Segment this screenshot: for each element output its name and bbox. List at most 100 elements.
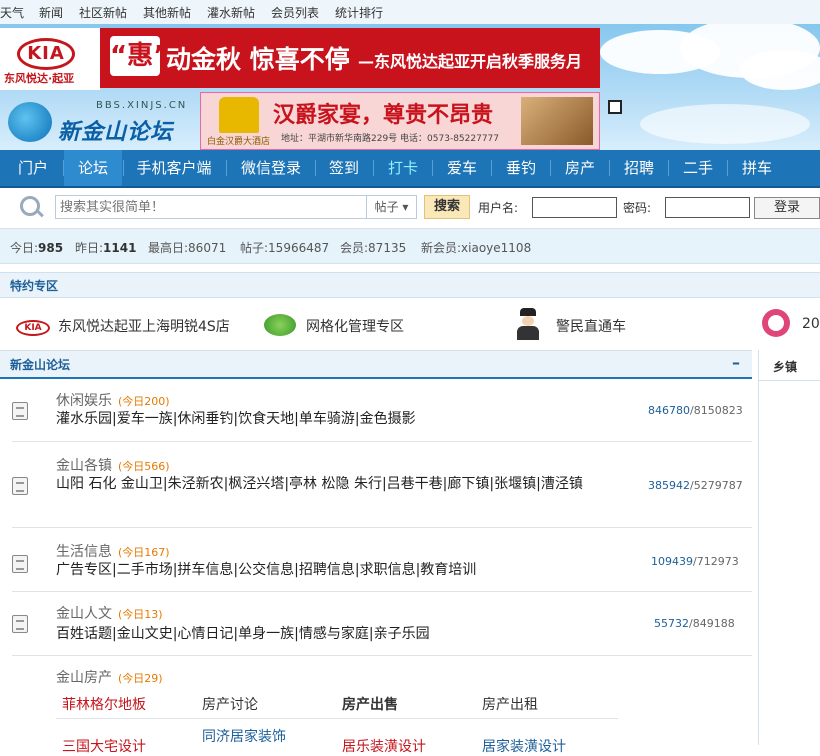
house-sub-sale[interactable]: 房产出售 (342, 694, 398, 714)
stat-max: 最高日:86071 (148, 241, 227, 255)
board-name[interactable]: 生活信息 (56, 544, 112, 560)
username-field[interactable] (532, 197, 617, 218)
board-subforums[interactable]: 山阳 石化 金山卫|朱泾新农|枫泾兴塔|亭林 松隐 朱行|吕巷干巷|廊下镇|张堰… (56, 473, 616, 495)
password-field[interactable] (665, 197, 750, 218)
board-name[interactable]: 金山人文 (56, 606, 112, 622)
board-counts: 846780/8150823 (648, 404, 743, 417)
forum-board-icon (12, 402, 28, 420)
board-today-count: (今日167) (118, 546, 170, 559)
collapse-icon[interactable]: – (732, 353, 740, 372)
search-login-bar: 帖子 ▾ 搜索 用户名: 密码: 登录 (0, 188, 820, 229)
house-sub-decor[interactable]: 同济居家装饰 (202, 726, 286, 746)
ad-close-icon[interactable] (608, 100, 622, 114)
main-nav: 门户 论坛 手机客户端 微信登录 签到 打卡 爱车 垂钓 房产 招聘 二手 拼车 (0, 150, 820, 188)
username-label: 用户名: (478, 201, 519, 215)
house-sub-rent[interactable]: 房产出租 (482, 694, 538, 714)
nav-fishing[interactable]: 垂钓 (497, 150, 545, 186)
board-today-count: (今日566) (118, 460, 170, 473)
board-name[interactable]: 金山房产 (56, 670, 112, 686)
house-sub-design-b[interactable]: 居乐装潢设计 (342, 736, 426, 756)
house-sub-design-a[interactable]: 三国大宅设计 (62, 736, 146, 756)
forum-logo[interactable]: BBS.XINJS.CN 新金山论坛 (6, 96, 200, 148)
board-subforums[interactable]: 广告专区|二手市场|拼车信息|公交信息|招聘信息|求职信息|教育培训 (56, 559, 616, 581)
toplink-water-new[interactable]: 灌水新帖 (207, 4, 255, 21)
toplink-weather[interactable]: 天气 (0, 4, 24, 21)
nav-checkin[interactable]: 签到 (320, 150, 368, 186)
login-button[interactable]: 登录 (754, 197, 820, 219)
board-subforums[interactable]: 百姓话题|金山文史|心情日记|单身一族|情感与家庭|亲子乐园 (56, 623, 616, 645)
toplink-members[interactable]: 会员列表 (271, 4, 319, 21)
board-counts: 385942/5279787 (648, 479, 743, 492)
site-stats: 今日:985 昨日:1141 最高日:86071 帖子:15966487 会员:… (0, 229, 820, 264)
toplink-community-new[interactable]: 社区新帖 (79, 4, 127, 21)
board-name[interactable]: 金山各镇 (56, 458, 112, 474)
hotel-address: 地址：平湖市新华南路229号 电话：0573-85227777 (281, 134, 500, 144)
house-sub-design-c[interactable]: 居家装潢设计 (482, 736, 566, 756)
special-police-link[interactable]: 警民直通车 (556, 316, 626, 336)
banner-sub-text: —东风悦达起亚开启秋季服务月 (358, 52, 583, 71)
special-grid-management[interactable]: 网格化管理专区 (306, 316, 404, 336)
hotel-photo (521, 97, 593, 145)
forum-section-header: 新金山论坛 – (0, 350, 752, 379)
hotel-name: 白金汉爵大酒店 (207, 137, 271, 147)
forum-row-culture: 金山人文 (今日13) 百姓话题|金山文史|心情日记|单身一族|情感与家庭|亲子乐… (0, 597, 752, 657)
search-icon (20, 196, 40, 216)
forum-board-icon (12, 615, 28, 633)
nav-carpool[interactable]: 拼车 (733, 150, 781, 186)
nav-housing[interactable]: 房产 (556, 150, 604, 186)
search-button[interactable]: 搜索 (424, 195, 470, 219)
forum-row-life-info: 生活信息 (今日167) 广告专区|二手市场|拼车信息|公交信息|招聘信息|求职信… (0, 533, 752, 593)
board-today-count: (今日13) (118, 608, 163, 621)
board-today-count: (今日200) (118, 395, 170, 408)
kia-logo-icon: KIA (17, 38, 75, 70)
police-icon (514, 308, 542, 342)
special-zone-header: 特约专区 (0, 272, 820, 298)
board-name[interactable]: 休闲娱乐 (56, 393, 112, 409)
forum-url: BBS.XINJS.CN (96, 100, 188, 111)
kia-small-icon: KIA (16, 320, 50, 336)
special-kia-4s[interactable]: 东风悦达起亚上海明锐4S店 (58, 316, 230, 336)
nav-cars[interactable]: 爱车 (438, 150, 486, 186)
chevron-down-icon: ▾ (402, 200, 409, 214)
kia-ad-logo[interactable]: KIA 东风悦达·起亚 (0, 28, 100, 90)
towns-title: 乡镇 (773, 360, 798, 374)
hotel-slogan: 汉爵家宴，尊贵不昂贵 (273, 103, 494, 128)
stat-today: 今日:985 (10, 241, 64, 255)
search-input[interactable] (55, 195, 367, 219)
special-zone: 东风悦达起亚上海明锐4S店 网格化管理专区 警民直通车 20 (0, 298, 820, 348)
nav-forum[interactable]: 论坛 (64, 150, 122, 186)
house-sub-floor[interactable]: 菲林格尔地板 (62, 694, 146, 714)
nav-mobile-client[interactable]: 手机客户端 (128, 150, 220, 186)
top-links-bar: 天气 新闻 社区新帖 其他新帖 灌水新帖 会员列表 统计排行 (0, 0, 820, 24)
board-counts: 55732/849188 (654, 617, 735, 630)
dolphin-logo-icon (8, 102, 52, 142)
crown-icon (219, 97, 259, 133)
nav-clock-in[interactable]: 打卡 (379, 150, 427, 186)
nav-jobs[interactable]: 招聘 (615, 150, 663, 186)
nav-wechat-login[interactable]: 微信登录 (232, 150, 310, 186)
stat-members: 会员:87135 (340, 241, 407, 255)
banner-main-text: 动金秋 惊喜不停 (166, 45, 350, 74)
special-item-20[interactable]: 20 (802, 316, 820, 332)
toplink-other-new[interactable]: 其他新帖 (143, 4, 191, 21)
stat-new-member: 新会员:xiaoye1108 (421, 241, 532, 255)
toplink-stats[interactable]: 统计排行 (335, 4, 383, 21)
hotel-banner-ad[interactable]: 白金汉爵大酒店 汉爵家宴，尊贵不昂贵 地址：平湖市新华南路229号 电话：057… (200, 92, 600, 150)
grid-management-icon (264, 314, 296, 336)
password-label: 密码: (623, 201, 652, 215)
nav-portal[interactable]: 门户 (8, 150, 58, 186)
stat-yesterday: 昨日:1141 (75, 241, 137, 255)
search-type-select[interactable]: 帖子 ▾ (367, 195, 417, 219)
forum-name: 新金山论坛 (58, 120, 174, 145)
toplink-news[interactable]: 新闻 (39, 4, 63, 21)
towns-sidebar: 乡镇 (758, 350, 820, 745)
forum-board-icon (12, 477, 28, 495)
kia-brand-name: 东风悦达·起亚 (4, 72, 75, 85)
forum-row-towns: 金山各镇 (今日566) 山阳 石化 金山卫|朱泾新农|枫泾兴塔|亭林 松隐 朱行… (0, 447, 752, 529)
kia-banner-ad[interactable]: “惠” 动金秋 惊喜不停 —东风悦达起亚开启秋季服务月 (100, 28, 600, 88)
house-sub-discuss[interactable]: 房产讨论 (202, 694, 258, 714)
forum-section-title[interactable]: 新金山论坛 (10, 356, 70, 373)
board-today-count: (今日29) (118, 672, 163, 685)
nav-secondhand[interactable]: 二手 (674, 150, 722, 186)
board-subforums[interactable]: 灌水乐园|爱车一族|休闲垂钓|饮食天地|单车骑游|金色摄影 (56, 408, 616, 430)
